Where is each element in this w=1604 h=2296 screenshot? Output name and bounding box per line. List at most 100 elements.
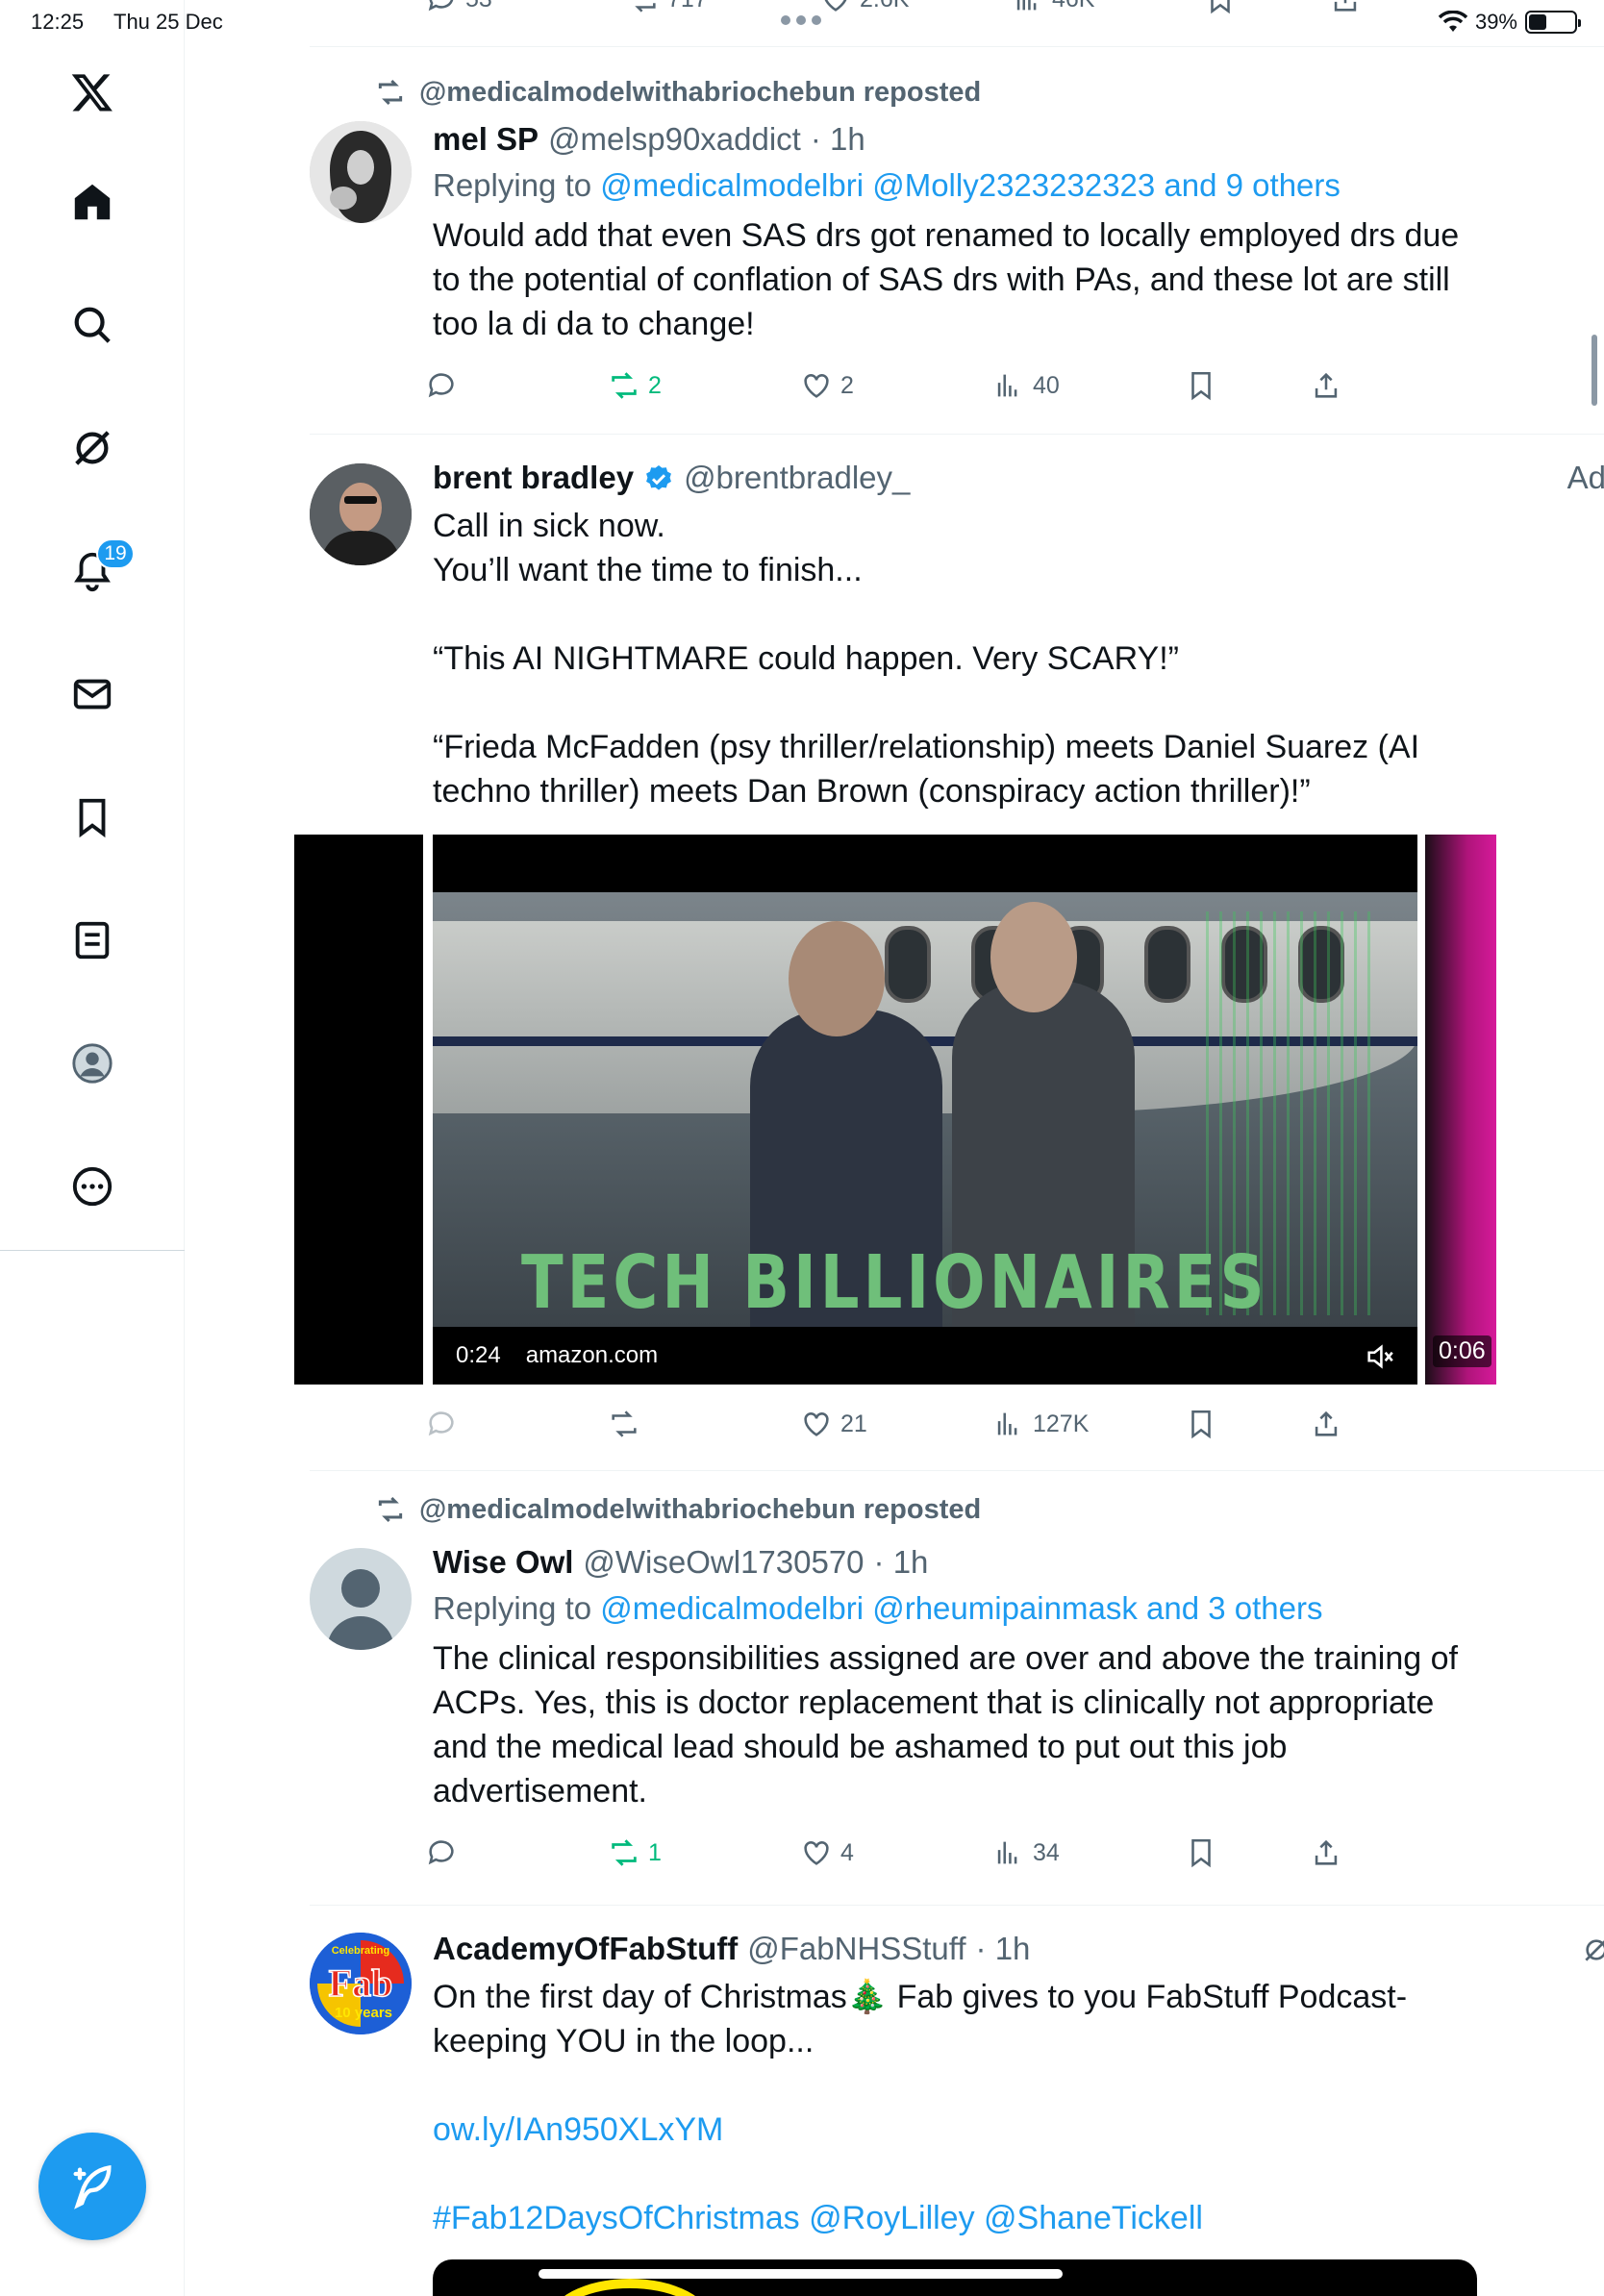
tweet-actions: 2 2 40 — [425, 369, 1367, 408]
tweet[interactable]: @medicalmodelwithabriochebun reposted me… — [310, 67, 1604, 435]
video-frame: TECH BILLIONAIRES — [433, 892, 1417, 1327]
tweet-text: Would add that even SAS drs got renamed … — [433, 217, 1460, 342]
mute-icon[interactable] — [1364, 1340, 1396, 1373]
views-button[interactable]: 46K — [1012, 0, 1094, 15]
share-button[interactable] — [1329, 0, 1362, 15]
handle[interactable]: @FabNHSStuff — [747, 1931, 965, 1967]
display-name[interactable]: Wise Owl — [433, 1544, 573, 1581]
tweet-hashtags[interactable]: #Fab12DaysOfChristmas @RoyLilley @ShaneT… — [433, 2196, 1491, 2240]
repost-button[interactable]: 1 — [608, 1836, 662, 1869]
video-controls: 0:24 amazon.com — [433, 1327, 1417, 1385]
svg-text:10 years: 10 years — [335, 2005, 392, 2021]
handle[interactable]: @brentbradley_ — [684, 460, 910, 496]
profile-icon[interactable] — [54, 1025, 131, 1102]
bookmark-button[interactable] — [1185, 1836, 1217, 1869]
bookmark-button[interactable] — [1185, 369, 1217, 402]
x-logo-icon[interactable] — [54, 54, 131, 131]
handle[interactable]: @WiseOwl1730570 — [583, 1544, 864, 1581]
repost-icon — [378, 1496, 403, 1523]
heart-icon — [804, 1841, 829, 1865]
timestamp[interactable]: · 1h — [976, 1931, 1031, 1967]
ad-media-carousel[interactable]: TECH BILLIONAIRES 0:24 amazon.com 0:06 — [294, 835, 1496, 1385]
tweet-actions: 1 4 34 — [425, 1836, 1367, 1875]
handle[interactable]: @melsp90xaddict — [548, 121, 801, 158]
views-button[interactable]: 40 — [992, 369, 1060, 402]
share-button[interactable] — [1310, 1836, 1342, 1869]
avatar[interactable] — [310, 121, 412, 223]
like-button[interactable]: 2.6K — [819, 0, 909, 15]
home-icon[interactable] — [54, 163, 131, 240]
replying-to: Replying to @medicalmodelbri @Molly23232… — [433, 167, 1341, 203]
repost-context: @medicalmodelwithabriochebun reposted — [375, 77, 981, 108]
share-button[interactable] — [1310, 369, 1342, 402]
video-player[interactable]: TECH BILLIONAIRES 0:24 amazon.com — [433, 835, 1417, 1385]
views-button[interactable]: 127K — [992, 1408, 1089, 1440]
compose-button[interactable] — [38, 2133, 146, 2240]
tweet-text: On the first day of Christmas🎄 Fab gives… — [433, 1975, 1491, 2240]
bookmark-button[interactable] — [1204, 0, 1237, 15]
svg-text:Celebrating: Celebrating — [332, 1945, 390, 1957]
repost-button[interactable]: 717 — [627, 0, 708, 15]
tweet-link[interactable]: ow.ly/IAn950XLxYM — [433, 2108, 1491, 2152]
replying-to-link[interactable]: @medicalmodelbri @rheumipainmask and 3 o… — [600, 1590, 1322, 1626]
share-icon — [1315, 372, 1338, 398]
share-icon — [1315, 1839, 1338, 1865]
display-name[interactable]: brent bradley — [433, 460, 634, 496]
video-title-overlay: TECH BILLIONAIRES — [521, 1240, 1268, 1327]
more-icon[interactable] — [54, 1148, 131, 1225]
reply-button[interactable]: 53 — [425, 0, 492, 15]
display-name[interactable]: mel SP — [433, 121, 539, 158]
video-source[interactable]: amazon.com — [526, 1342, 658, 1369]
previous-media-card[interactable] — [294, 835, 423, 1385]
reply-button[interactable] — [425, 1408, 458, 1440]
like-button[interactable]: 4 — [800, 1836, 854, 1869]
reply-icon — [428, 1840, 454, 1865]
tweet-text: Call in sick now. You’ll want the time t… — [433, 508, 1420, 810]
share-button[interactable] — [1310, 1408, 1342, 1440]
notifications-icon[interactable]: 19 — [54, 533, 135, 610]
like-button[interactable]: 21 — [800, 1408, 867, 1440]
views-icon — [997, 1841, 1017, 1864]
search-icon[interactable] — [54, 287, 131, 363]
lists-icon[interactable] — [54, 902, 131, 979]
repost-button[interactable]: 2 — [608, 369, 662, 402]
avatar[interactable] — [310, 463, 412, 565]
bookmark-button[interactable] — [1185, 1408, 1217, 1440]
avatar[interactable]: Celebrating Fab 10 years — [310, 1933, 412, 2034]
tweet-header: AcademyOfFabStuff @FabNHSStuff · 1h ••• — [433, 1931, 1604, 1969]
tweet-header: mel SP @melsp90xaddict · 1h ••• — [433, 121, 1604, 160]
reply-icon — [428, 373, 454, 398]
heart-icon — [804, 1412, 829, 1436]
replying-to-link[interactable]: @medicalmodelbri @Molly2323232323 and 9 … — [600, 167, 1341, 203]
bookmarks-icon[interactable] — [54, 779, 131, 856]
views-button[interactable]: 34 — [992, 1836, 1060, 1869]
tweet-header: Wise Owl @WiseOwl1730570 · 1h ••• — [433, 1544, 1604, 1583]
compose-feather-icon — [73, 2164, 112, 2209]
repost-icon — [612, 1839, 637, 1866]
tweet[interactable]: @medicalmodelwithabriochebun reposted Wi… — [310, 1471, 1604, 1906]
grok-icon[interactable] — [54, 410, 131, 487]
timestamp[interactable]: · 1h — [811, 121, 865, 158]
repost-button[interactable] — [608, 1408, 640, 1440]
tweet-header: brent bradley @brentbradley_ Ad ••• — [433, 460, 1604, 498]
display-name[interactable]: AcademyOfFabStuff — [433, 1931, 738, 1967]
reply-icon — [428, 1411, 454, 1436]
repost-icon — [612, 1410, 637, 1437]
video-duration: 0:24 — [456, 1342, 501, 1368]
home-indicator — [539, 2269, 1063, 2279]
grok-icon[interactable] — [1581, 1934, 1604, 1965]
timestamp[interactable]: · 1h — [874, 1544, 929, 1581]
verified-badge-icon[interactable] — [643, 463, 674, 494]
like-button[interactable]: 2 — [800, 369, 854, 402]
previous-tweet-actions: 53 717 2.6K 46K — [185, 0, 1604, 47]
tweet-text: The clinical responsibilities assigned a… — [433, 1640, 1458, 1809]
reply-button[interactable] — [425, 1836, 458, 1869]
repost-context: @medicalmodelwithabriochebun reposted — [375, 1494, 981, 1525]
tweet[interactable]: Celebrating Fab 10 years AcademyOfFabStu… — [310, 1906, 1604, 2296]
avatar[interactable] — [310, 1548, 412, 1650]
tweet-actions: 21 127K — [425, 1408, 1367, 1446]
reply-button[interactable] — [425, 369, 458, 402]
next-media-card[interactable]: 0:06 — [1425, 835, 1496, 1385]
scrollbar[interactable] — [1591, 335, 1597, 406]
messages-icon[interactable] — [54, 656, 131, 733]
